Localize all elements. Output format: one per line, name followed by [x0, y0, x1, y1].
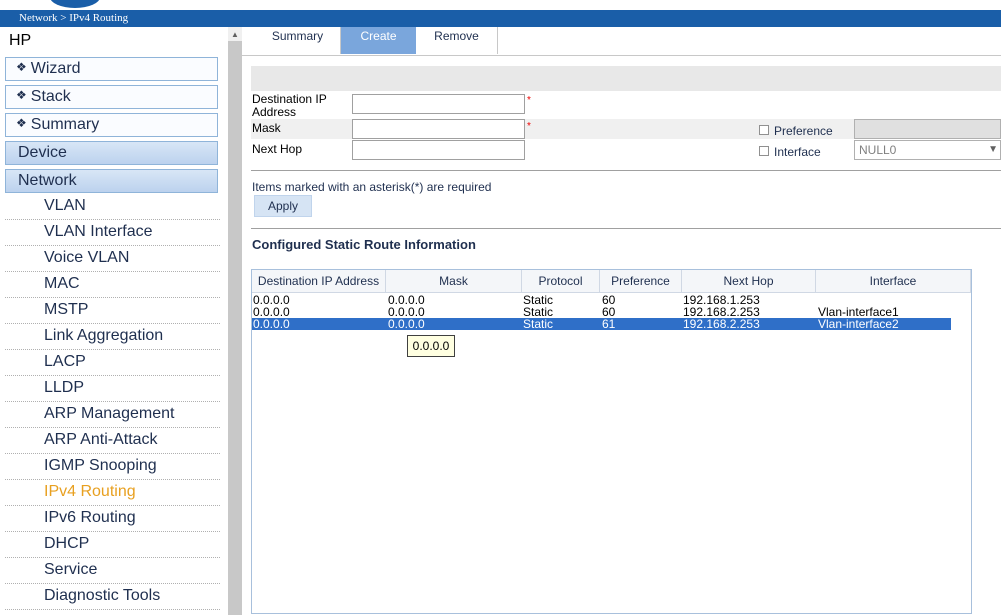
- mask-label: Mask: [252, 121, 281, 135]
- cell-mask: 0.0.0.0: [388, 317, 425, 331]
- column-header-destination[interactable]: Destination IP Address: [252, 270, 386, 292]
- column-header-mask[interactable]: Mask: [386, 270, 522, 292]
- section-title: Configured Static Route Information: [252, 237, 476, 252]
- sidebar-item-label: Summary: [30, 116, 100, 133]
- divider: [251, 170, 1001, 171]
- breadcrumb: Network > IPv4 Routing: [0, 10, 1001, 27]
- interface-select-value: NULL0: [859, 143, 897, 157]
- sidebar-item-vlan-interface[interactable]: VLAN Interface: [5, 220, 220, 246]
- top-banner: [0, 0, 1001, 10]
- sidebar-item-wizard[interactable]: ❖ Wizard: [5, 57, 218, 81]
- destination-ip-label: Destination IP Address: [252, 92, 327, 119]
- sidebar-item-ipv6-routing[interactable]: IPv6 Routing: [5, 506, 220, 532]
- form-header-bar: [251, 66, 1001, 91]
- sidebar-root[interactable]: HP: [9, 32, 31, 50]
- sidebar-item-vlan[interactable]: VLAN: [5, 194, 220, 220]
- interface-checkbox[interactable]: [759, 146, 769, 156]
- column-header-protocol[interactable]: Protocol: [522, 270, 600, 292]
- column-header-next-hop[interactable]: Next Hop: [682, 270, 816, 292]
- cell-next-hop: 192.168.2.253: [683, 317, 760, 331]
- cell-preference: 61: [602, 317, 616, 331]
- sidebar-item-service[interactable]: Service: [5, 558, 220, 584]
- sidebar-item-summary[interactable]: ❖ Summary: [5, 113, 218, 137]
- interface-select[interactable]: NULL0 ▼: [854, 140, 1001, 160]
- sidebar-item-igmp-snooping[interactable]: IGMP Snooping: [5, 454, 220, 480]
- sidebar-item-diagnostic-tools[interactable]: Diagnostic Tools: [5, 584, 220, 610]
- sidebar-item-voice-vlan[interactable]: Voice VLAN: [5, 246, 220, 272]
- cell-interface: Vlan-interface2: [818, 317, 899, 331]
- column-header-preference[interactable]: Preference: [600, 270, 682, 292]
- next-hop-input[interactable]: [352, 140, 525, 160]
- interface-label: Interface: [774, 145, 821, 159]
- sidebar-item-arp-management[interactable]: ARP Management: [5, 402, 220, 428]
- preference-checkbox[interactable]: [759, 125, 769, 135]
- sidebar-item-mstp[interactable]: MSTP: [5, 298, 220, 324]
- table-row-selected[interactable]: 0.0.0.0 0.0.0.0 Static 61 192.168.2.253 …: [252, 318, 951, 330]
- diamond-bullet-icon: ❖: [16, 88, 27, 102]
- table-header: Destination IP Address Mask Protocol Pre…: [252, 270, 971, 293]
- tab-summary[interactable]: Summary: [255, 27, 341, 54]
- chevron-down-icon: ▼: [988, 144, 998, 155]
- main-content: Summary Create Remove Destination IP Add…: [242, 27, 1001, 615]
- scroll-up-arrow-icon[interactable]: ▲: [231, 30, 239, 39]
- mask-input[interactable]: [352, 119, 525, 139]
- apply-button[interactable]: Apply: [254, 195, 312, 217]
- sidebar-item-label: Stack: [30, 88, 71, 105]
- tab-remove[interactable]: Remove: [416, 27, 498, 54]
- required-asterisk: *: [527, 95, 531, 106]
- diamond-bullet-icon: ❖: [16, 60, 27, 74]
- scrollbar-thumb[interactable]: [228, 41, 242, 615]
- destination-ip-input[interactable]: [352, 94, 525, 114]
- sidebar-item-lldp[interactable]: LLDP: [5, 376, 220, 402]
- next-hop-label: Next Hop: [252, 142, 303, 156]
- tab-bar: Summary Create Remove: [242, 27, 1001, 56]
- preference-label: Preference: [774, 124, 833, 138]
- sidebar-item-ipv4-routing[interactable]: IPv4 Routing: [5, 480, 220, 506]
- required-asterisk: *: [527, 121, 531, 132]
- cell-protocol: Static: [523, 317, 554, 331]
- tab-create[interactable]: Create: [341, 27, 416, 54]
- sidebar-scrollbar[interactable]: ▲: [228, 27, 242, 615]
- diamond-bullet-icon: ❖: [16, 116, 27, 130]
- hp-logo-icon: [50, 0, 100, 8]
- static-route-table: Destination IP Address Mask Protocol Pre…: [251, 269, 972, 614]
- cell-destination: 0.0.0.0: [253, 317, 290, 331]
- sidebar-item-stack[interactable]: ❖ Stack: [5, 85, 218, 109]
- sidebar-nav: HP ❖ Wizard ❖ Stack ❖ Summary Device Networ…: [0, 27, 228, 615]
- required-note: Items marked with an asterisk(*) are req…: [252, 180, 492, 194]
- sidebar-item-lacp[interactable]: LACP: [5, 350, 220, 376]
- preference-input[interactable]: [854, 119, 1001, 139]
- sidebar-item-dhcp[interactable]: DHCP: [5, 532, 220, 558]
- sidebar-item-link-aggregation[interactable]: Link Aggregation: [5, 324, 220, 350]
- sidebar-category-device[interactable]: Device: [5, 141, 218, 165]
- sidebar-item-mac[interactable]: MAC: [5, 272, 220, 298]
- sidebar-category-network[interactable]: Network: [5, 169, 218, 193]
- sidebar-item-label: Wizard: [30, 60, 81, 77]
- column-header-interface[interactable]: Interface: [816, 270, 971, 292]
- cell-tooltip: 0.0.0.0: [407, 335, 455, 357]
- divider: [251, 228, 1001, 229]
- sidebar-item-arp-anti-attack[interactable]: ARP Anti-Attack: [5, 428, 220, 454]
